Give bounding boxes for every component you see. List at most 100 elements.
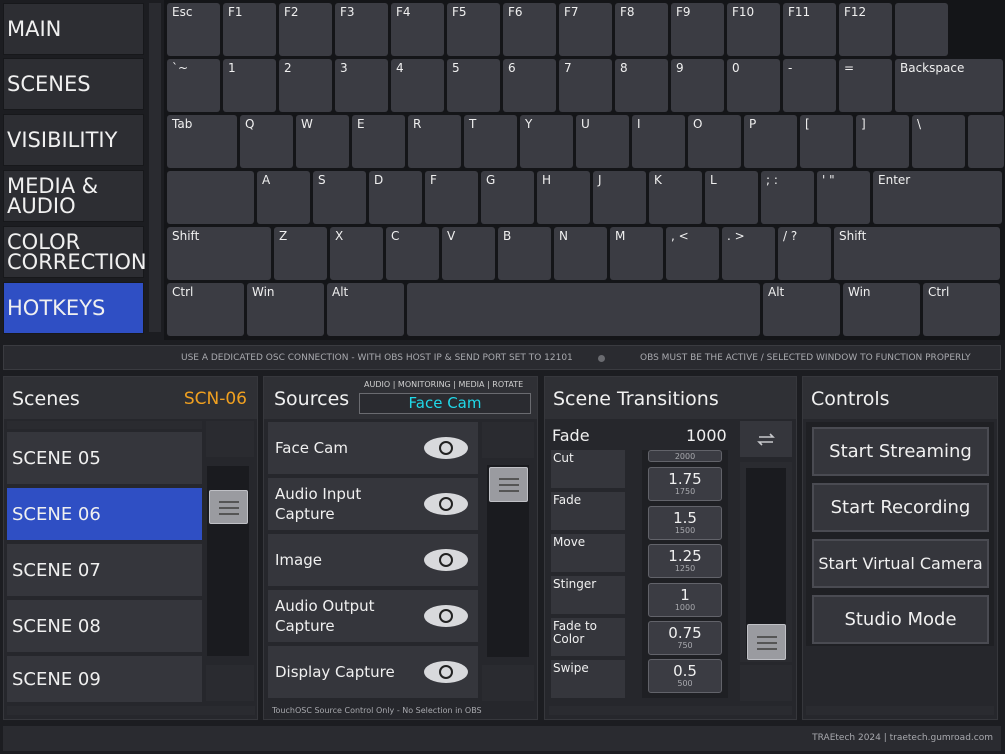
scenes-scroll-up[interactable]	[206, 421, 254, 457]
sources-scroll-up[interactable]	[482, 422, 534, 458]
key-[interactable]: , <	[666, 227, 719, 280]
nav-visibility[interactable]: VISIBILITIY	[3, 114, 144, 166]
scene-item[interactable]: SCENE 07	[7, 544, 202, 596]
nav-media-audio[interactable]: MEDIA & AUDIO	[3, 170, 144, 222]
key-ctrl[interactable]: Ctrl	[167, 283, 244, 336]
key-f6[interactable]: F6	[503, 3, 556, 56]
key-n[interactable]: N	[554, 227, 607, 280]
key-3[interactable]: 3	[335, 59, 388, 112]
nav-color-correction[interactable]: COLOR CORRECTION	[3, 226, 147, 278]
key-4[interactable]: 4	[391, 59, 444, 112]
scene-item[interactable]: SCENE 08	[7, 600, 202, 652]
transition-cut[interactable]: Cut	[551, 450, 625, 488]
key-v[interactable]: V	[442, 227, 495, 280]
start-virtual-camera-button[interactable]: Start Virtual Camera	[812, 539, 989, 588]
transition-move[interactable]: Move	[551, 534, 625, 572]
scenes-scroll-thumb[interactable]	[209, 490, 248, 524]
source-item[interactable]: Audio Input Capture	[268, 478, 478, 530]
key-f2[interactable]: F2	[279, 3, 332, 56]
key-esc[interactable]: Esc	[167, 3, 220, 56]
key-l[interactable]: L	[705, 171, 758, 224]
key-f12[interactable]: F12	[839, 3, 892, 56]
key-k[interactable]: K	[649, 171, 702, 224]
key-f5[interactable]: F5	[447, 3, 500, 56]
source-item[interactable]: Display Capture	[268, 646, 478, 698]
key-alt[interactable]: Alt	[327, 283, 404, 336]
key-f9[interactable]: F9	[671, 3, 724, 56]
key-win[interactable]: Win	[843, 283, 920, 336]
key-[interactable]: -	[783, 59, 836, 112]
key-w[interactable]: W	[296, 115, 349, 168]
key-ctrl[interactable]: Ctrl	[923, 283, 1000, 336]
start-recording-button[interactable]: Start Recording	[812, 483, 989, 532]
duration-option[interactable]: 1.25 1250	[648, 544, 722, 578]
key-backspace[interactable]: Backspace	[895, 59, 1003, 112]
source-item[interactable]: Face Cam	[268, 422, 478, 474]
key-f1[interactable]: F1	[223, 3, 276, 56]
key-9[interactable]: 9	[671, 59, 724, 112]
key-enter[interactable]: Enter	[873, 171, 1002, 224]
visibility-eye-icon[interactable]	[424, 605, 468, 627]
key-[interactable]: . >	[722, 227, 775, 280]
key-tab[interactable]: Tab	[167, 115, 237, 168]
key-j[interactable]: J	[593, 171, 646, 224]
key-1[interactable]: 1	[223, 59, 276, 112]
key-y[interactable]: Y	[520, 115, 573, 168]
key-g[interactable]: G	[481, 171, 534, 224]
duration-option[interactable]: 1.5 1500	[648, 506, 722, 540]
source-item[interactable]: Image	[268, 534, 478, 586]
visibility-eye-icon[interactable]	[424, 549, 468, 571]
sources-scroll-down[interactable]	[482, 665, 534, 701]
studio-mode-button[interactable]: Studio Mode	[812, 595, 989, 644]
key-f4[interactable]: F4	[391, 3, 444, 56]
key-h[interactable]: H	[537, 171, 590, 224]
key-space[interactable]	[407, 283, 760, 336]
visibility-eye-icon[interactable]	[424, 437, 468, 459]
source-item[interactable]: Audio Output Capture	[268, 590, 478, 642]
key-alt[interactable]: Alt	[763, 283, 840, 336]
key-q[interactable]: Q	[240, 115, 293, 168]
key-[interactable]: \	[912, 115, 965, 168]
key-f[interactable]: F	[425, 171, 478, 224]
key-o[interactable]: O	[688, 115, 741, 168]
duration-option[interactable]: 0.5 500	[648, 659, 722, 693]
transition-slider-thumb[interactable]	[747, 624, 786, 660]
key-[interactable]: ]	[856, 115, 909, 168]
key-p[interactable]: P	[744, 115, 797, 168]
key-[interactable]: / ?	[778, 227, 831, 280]
duration-option[interactable]: 1.75 1750	[648, 467, 722, 501]
key-shift[interactable]: Shift	[834, 227, 1000, 280]
key-[interactable]: ; :	[761, 171, 814, 224]
key-shift[interactable]: Shift	[167, 227, 271, 280]
key-[interactable]: [	[800, 115, 853, 168]
key-win[interactable]: Win	[247, 283, 324, 336]
key-x[interactable]: X	[330, 227, 383, 280]
visibility-eye-icon[interactable]	[424, 493, 468, 515]
key-f10[interactable]: F10	[727, 3, 780, 56]
key-z[interactable]: Z	[274, 227, 327, 280]
key-[interactable]: ' "	[817, 171, 870, 224]
key-2[interactable]: 2	[279, 59, 332, 112]
key-d[interactable]: D	[369, 171, 422, 224]
key-f7[interactable]: F7	[559, 3, 612, 56]
key-f11[interactable]: F11	[783, 3, 836, 56]
transition-fade-to-color[interactable]: Fade to Color	[551, 618, 625, 656]
key-8[interactable]: 8	[615, 59, 668, 112]
transition-swap-button[interactable]	[740, 421, 792, 457]
nav-hotkeys[interactable]: HOTKEYS	[3, 282, 144, 334]
key-7[interactable]: 7	[559, 59, 612, 112]
key-b[interactable]: B	[498, 227, 551, 280]
key-blank[interactable]	[895, 3, 948, 56]
duration-option[interactable]: 1 1000	[648, 583, 722, 617]
scene-item[interactable]: SCENE 05	[7, 432, 202, 484]
transition-fade[interactable]: Fade	[551, 492, 625, 530]
key-blank[interactable]	[167, 171, 254, 224]
scenes-scroll-down[interactable]	[206, 665, 254, 701]
key-[interactable]: `~	[167, 59, 220, 112]
visibility-eye-icon[interactable]	[424, 661, 468, 683]
duration-option-partial[interactable]: 2000	[648, 450, 722, 462]
sources-scroll-thumb[interactable]	[489, 467, 528, 502]
nav-scenes[interactable]: SCENES	[3, 58, 144, 110]
key-0[interactable]: 0	[727, 59, 780, 112]
key-blank[interactable]	[968, 115, 1004, 168]
